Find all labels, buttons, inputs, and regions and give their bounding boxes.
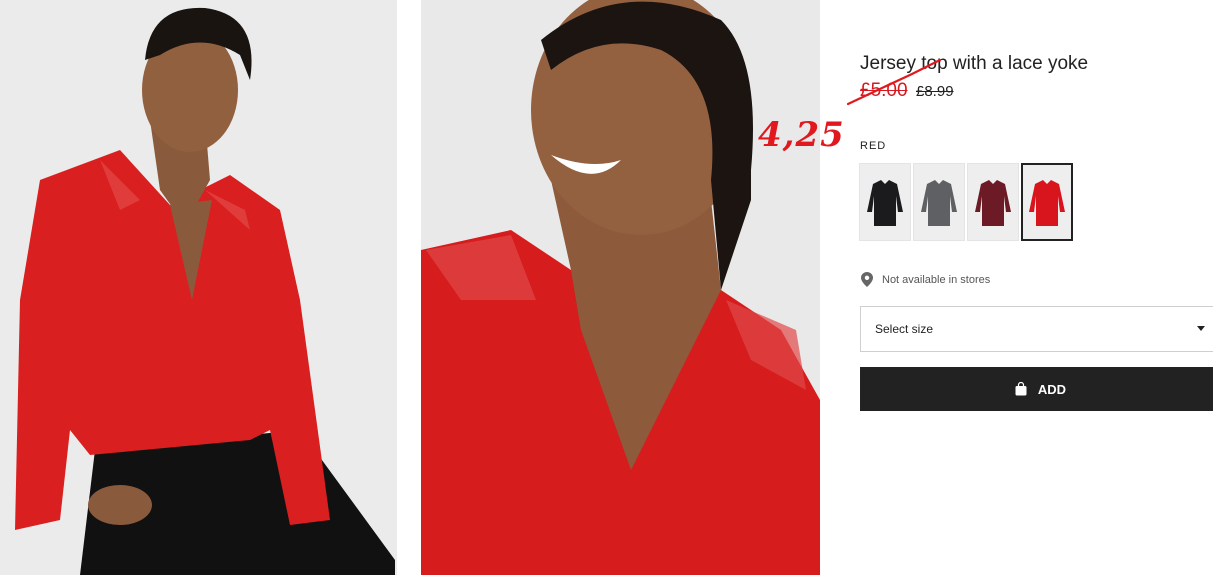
product-title: Jersey top with a lace yoke xyxy=(860,53,1089,74)
selected-color-label: RED xyxy=(860,140,887,152)
size-select-label: Select size xyxy=(875,322,934,336)
shirt-thumbnail-icon xyxy=(1029,180,1065,226)
color-swatches xyxy=(859,163,1073,241)
handwritten-price-note: 4,25 xyxy=(758,115,845,155)
shirt-thumbnail-icon xyxy=(867,180,903,226)
store-availability: Not available in stores xyxy=(861,272,990,287)
shirt-thumbnail-icon xyxy=(975,180,1011,226)
location-pin-icon xyxy=(861,272,873,287)
size-select[interactable]: Select size xyxy=(860,306,1213,352)
swatch-red[interactable] xyxy=(1021,163,1073,241)
shopping-bag-icon xyxy=(1015,382,1027,396)
swatch-grey[interactable] xyxy=(913,163,965,241)
product-photo-closeup[interactable] xyxy=(421,0,820,575)
sale-price: £5.00 xyxy=(860,80,908,101)
availability-text: Not available in stores xyxy=(882,273,991,286)
shirt-thumbnail-icon xyxy=(921,180,957,226)
chevron-down-icon xyxy=(1197,326,1205,331)
product-photo-front[interactable] xyxy=(0,0,397,575)
add-button-label: ADD xyxy=(1037,381,1067,397)
swatch-black[interactable] xyxy=(859,163,911,241)
add-to-bag-button[interactable]: ADD xyxy=(860,367,1213,411)
price-row: £5.00 £8.99 xyxy=(860,80,954,102)
swatch-burgundy[interactable] xyxy=(967,163,1019,241)
original-price: £8.99 xyxy=(916,83,954,100)
